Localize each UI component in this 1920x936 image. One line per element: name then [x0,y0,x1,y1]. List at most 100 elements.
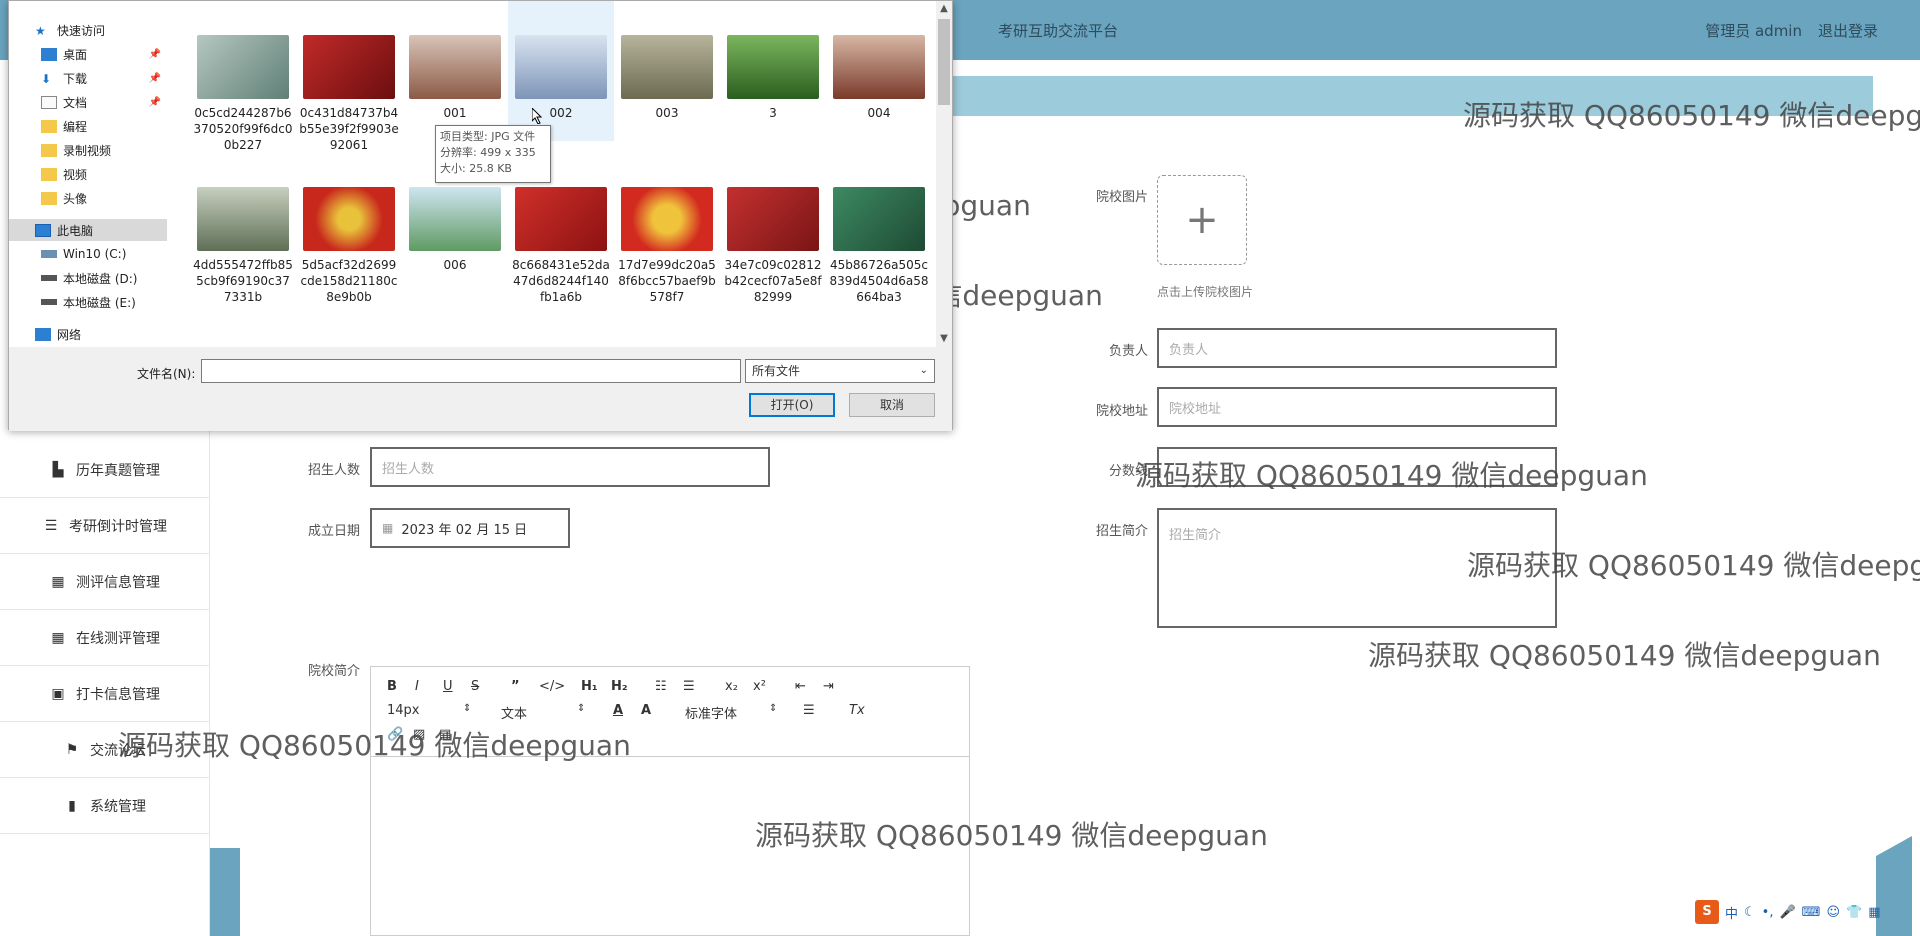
file-thumbnail [833,35,925,99]
file-item[interactable]: 004 [826,1,932,141]
punctuation-icon[interactable]: •, [1762,905,1774,920]
nav-drive-d[interactable]: 本地磁盘 (D:) [9,267,167,289]
file-open-dialog: ★ 快速访问 桌面 📌 ⬇ 下载 📌 文档 📌 编程 录制视频 视频 头像 此电… [8,0,953,431]
keyboard-icon[interactable]: ⌨ [1802,905,1821,920]
sidebar-item-checkin[interactable]: ▣ 打卡信息管理 [0,666,210,722]
sogou-icon[interactable]: S [1695,900,1719,924]
video-icon[interactable]: ▤ [439,727,451,742]
bullet-list-icon[interactable]: ☰ [683,679,695,694]
shirt-icon[interactable]: 👕 [1846,905,1862,920]
computer-icon [35,223,51,237]
logout-link[interactable]: 退出登录 [1818,20,1878,41]
moon-icon[interactable]: ☾ [1744,905,1756,920]
file-item[interactable]: 4dd555472ffb855cb9f69190c377331b [190,153,296,304]
scrollbar-thumb[interactable] [938,19,950,105]
nav-downloads[interactable]: ⬇ 下载 📌 [9,67,167,89]
filetype-select[interactable]: 所有文件 ⌄ [745,359,935,383]
date-picker[interactable]: ▦ 2023 年 02 月 15 日 [370,508,570,548]
file-item[interactable]: 003 [614,1,720,141]
file-item[interactable]: 45b86726a505c839d4504d6a58664ba3 [826,153,932,304]
subscript-icon[interactable]: x₂ [725,679,738,694]
link-icon[interactable]: 🔗 [387,727,403,742]
code-icon[interactable]: </> [539,679,565,694]
file-item[interactable]: 002 [508,1,614,141]
outdent-icon[interactable]: ⇤ [795,679,806,694]
chevron-down-icon: ⇕ [769,703,778,714]
sidebar-item-forum[interactable]: ⚑ 交流论坛 [0,722,210,778]
bold-icon[interactable]: B [387,679,397,694]
sidebar-item-label: 系统管理 [90,798,146,815]
vertical-scrollbar[interactable]: ▲ ▼ [936,1,952,347]
file-thumbnail [303,187,395,251]
file-item[interactable]: 0c5cd244287b6370520f99f6dc00b227 [190,1,296,152]
grid-icon[interactable]: ▦ [1868,905,1880,920]
image-upload-button[interactable]: + [1157,175,1247,265]
file-list: 0c5cd244287b6370520f99f6dc00b227 0c431d8… [174,1,942,347]
file-item[interactable]: 0c431d84737b4b55e39f2f9903e92061 [296,1,402,152]
decoration-shape [210,848,240,936]
desktop-icon [41,47,57,61]
paragraph-select[interactable]: 文本 [501,703,527,722]
chevron-up-icon[interactable]: ▲ [936,1,952,17]
font-family-select[interactable]: 标准字体 [685,703,737,722]
blockquote-icon[interactable]: ” [511,679,520,694]
ordered-list-icon[interactable]: ☷ [655,679,667,694]
folder-icon [41,167,57,181]
nav-drive-e[interactable]: 本地磁盘 (E:) [9,291,167,313]
nav-this-pc[interactable]: 此电脑 [9,219,167,241]
file-item[interactable]: 5d5acf32d2699cde158d21180c8e9b0b [296,153,402,304]
italic-icon[interactable]: I [415,679,419,694]
editor-toolbar: B I U S ” </> H₁ H₂ ☷ ☰ x₂ x² ⇤ ⇥ 14px ⇕… [371,667,969,757]
sidebar-item-label: 测评信息管理 [76,574,160,591]
sidebar-item-countdown[interactable]: ☰ 考研倒计时管理 [0,498,210,554]
microphone-icon[interactable]: 🎤 [1779,905,1795,920]
nav-documents[interactable]: 文档 📌 [9,91,167,113]
dialog-footer: 文件名(N): 所有文件 ⌄ 打开(O) 取消 [9,347,952,431]
image-icon[interactable]: ▨ [413,727,425,742]
indent-icon[interactable]: ⇥ [823,679,834,694]
sidebar-item-system[interactable]: ▮ 系统管理 [0,778,210,834]
file-item[interactable]: 001 [402,1,508,141]
strikethrough-icon[interactable]: S [471,679,479,694]
file-thumbnail [197,187,289,251]
ime-mode[interactable]: 中 [1725,903,1738,922]
nav-folder-videos[interactable]: 视频 [9,163,167,185]
person-label: 负责人 [1108,344,1148,359]
font-size-select[interactable]: 14px [387,703,420,718]
network-icon [35,327,51,341]
background-color-icon[interactable]: A [641,703,651,718]
intro-textarea[interactable]: 招生简介 [1157,508,1557,628]
filename-input[interactable] [201,359,741,383]
address-input[interactable]: 院校地址 [1157,387,1557,427]
rich-text-editor: B I U S ” </> H₁ H₂ ☷ ☰ x₂ x² ⇤ ⇥ 14px ⇕… [370,666,970,936]
heading2-icon[interactable]: H₂ [611,679,628,694]
underline-icon[interactable]: U [443,679,453,694]
nav-folder-recordings[interactable]: 录制视频 [9,139,167,161]
file-item[interactable]: 3 [720,1,826,141]
nav-drive-c[interactable]: Win10 (C:) [9,243,167,265]
person-input[interactable]: 负责人 [1157,328,1557,368]
nav-network[interactable]: 网络 [9,323,167,345]
enroll-input[interactable]: 招生人数 [370,447,770,487]
file-item[interactable]: 17d7e99dc20a58f6bcc57baef9b578f7 [614,153,720,304]
superscript-icon[interactable]: x² [753,679,766,694]
nav-desktop[interactable]: 桌面 📌 [9,43,167,65]
nav-quick-access[interactable]: ★ 快速访问 [9,19,167,41]
chevron-down-icon[interactable]: ▼ [936,331,952,347]
nav-folder-coding[interactable]: 编程 [9,115,167,137]
align-icon[interactable]: ☰ [803,703,815,718]
heading1-icon[interactable]: H₁ [581,679,598,694]
score-input[interactable] [1157,447,1557,487]
nav-folder-avatars[interactable]: 头像 [9,187,167,209]
score-label: 分数线 [1108,464,1148,479]
cancel-button[interactable]: 取消 [849,393,935,417]
sidebar-item-exam-papers[interactable]: ▙ 历年真题管理 [0,442,210,498]
clear-format-icon[interactable]: Tx [849,703,865,718]
open-button[interactable]: 打开(O) [749,393,835,417]
sidebar-item-label: 交流论坛 [90,742,146,759]
file-item[interactable]: 34e7c09c02812b42cecf07a5e8f82999 [720,153,826,304]
font-color-icon[interactable]: A [613,703,623,718]
sidebar-item-online-assessment[interactable]: ▦ 在线测评管理 [0,610,210,666]
user-icon[interactable]: ☺ [1826,905,1840,920]
sidebar-item-assessment-info[interactable]: ▦ 测评信息管理 [0,554,210,610]
